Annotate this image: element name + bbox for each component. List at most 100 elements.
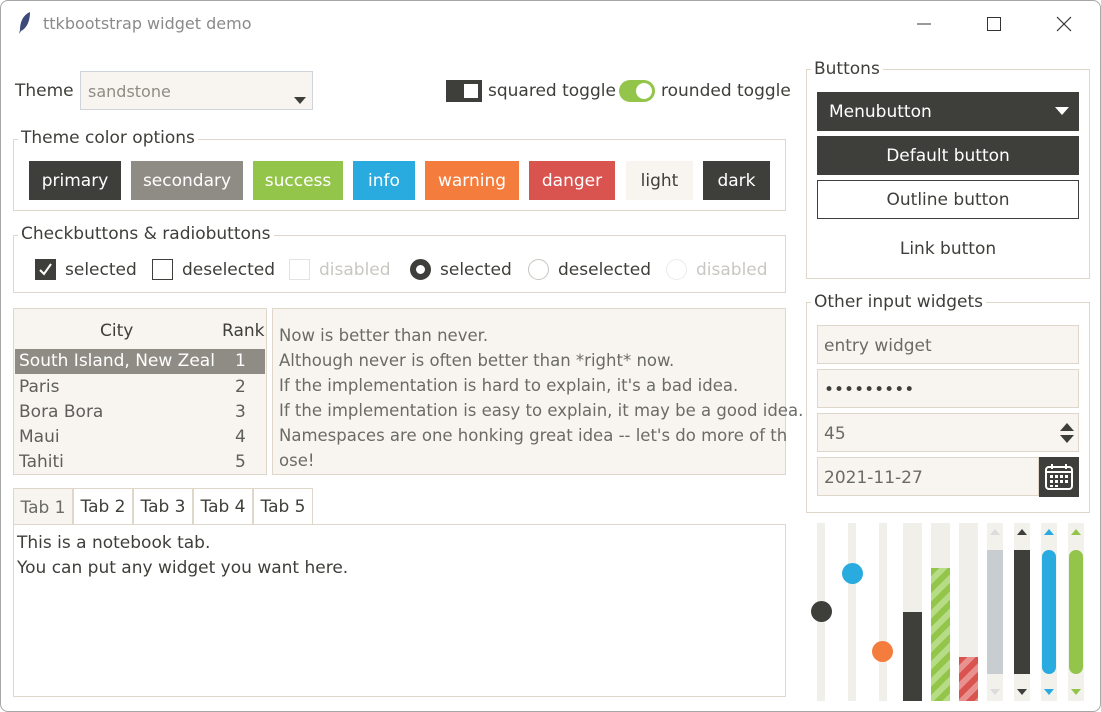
arrow-up-icon[interactable] xyxy=(990,529,1000,535)
spin-arrows-icon[interactable] xyxy=(1059,421,1075,445)
progressbar-success xyxy=(931,523,950,701)
dark-button-label: dark xyxy=(717,170,756,191)
radio-selected[interactable] xyxy=(410,259,431,280)
danger-button[interactable]: danger xyxy=(529,161,615,200)
cell-rank: 4 xyxy=(235,427,246,447)
spinbox-value: 45 xyxy=(824,424,846,444)
vertical-scale-info[interactable] xyxy=(848,523,856,701)
minimize-button[interactable] xyxy=(901,9,947,39)
scrollbar-thumb[interactable] xyxy=(1069,550,1083,674)
cell-rank: 3 xyxy=(235,402,246,422)
feather-icon xyxy=(19,12,30,34)
cell-city: Paris xyxy=(19,377,60,397)
scale-handle[interactable] xyxy=(842,563,863,584)
warning-button[interactable]: warning xyxy=(425,161,519,200)
success-button[interactable]: success xyxy=(253,161,343,200)
link-button[interactable]: Link button xyxy=(817,229,1079,268)
text-line: Namespaces are one honking great idea --… xyxy=(279,426,788,445)
link-button-label: Link button xyxy=(899,238,997,259)
radio-disabled-label: disabled xyxy=(696,260,768,280)
text-line: If the implementation is hard to explain… xyxy=(279,376,739,395)
checkbox-deselected-label: deselected xyxy=(182,260,276,280)
checkmark-icon xyxy=(39,263,52,276)
radio-deselected[interactable] xyxy=(528,259,549,280)
table-row[interactable]: Maui 4 xyxy=(15,425,265,450)
calendar-button[interactable] xyxy=(1039,457,1079,497)
inputs-title: Other input widgets xyxy=(811,292,986,312)
maximize-icon xyxy=(987,17,1001,31)
table-row[interactable]: Paris 2 xyxy=(15,375,265,400)
password-field[interactable]: ••••••••• xyxy=(817,369,1079,408)
column-header-city[interactable]: City xyxy=(100,321,133,341)
text-area[interactable]: Now is better than never. Although never… xyxy=(272,308,804,475)
arrow-down-icon[interactable] xyxy=(1044,689,1054,695)
chevron-down-icon xyxy=(294,97,306,104)
tab-5[interactable]: Tab 5 xyxy=(253,488,313,525)
minimize-icon xyxy=(917,23,931,25)
progressbar-danger xyxy=(959,523,978,701)
info-button[interactable]: info xyxy=(353,161,415,200)
tab-1[interactable]: Tab 1 xyxy=(13,488,73,526)
tab-2[interactable]: Tab 2 xyxy=(73,488,133,525)
secondary-button-label: secondary xyxy=(142,170,232,191)
menubutton[interactable]: Menubutton xyxy=(817,92,1079,131)
maximize-button[interactable] xyxy=(971,9,1017,39)
table-row[interactable]: Bora Bora 3 xyxy=(15,400,265,425)
progressbar-dark xyxy=(903,523,922,701)
table-row[interactable]: South Island, New Zealand 1 xyxy=(15,349,265,374)
column-header-rank[interactable]: Rank xyxy=(222,321,264,341)
text-line: If the implementation is easy to explain… xyxy=(279,401,804,420)
theme-combobox[interactable]: sandstone xyxy=(80,71,313,110)
scrollbar-thumb[interactable] xyxy=(1014,550,1030,674)
table-row[interactable]: Tahiti 5 xyxy=(15,450,265,474)
chevron-down-icon xyxy=(1055,107,1069,115)
scrollbar-info[interactable] xyxy=(1041,523,1057,701)
arrow-down-icon[interactable] xyxy=(990,689,1000,695)
warning-button-label: warning xyxy=(437,170,507,191)
rounded-toggle[interactable] xyxy=(619,80,655,102)
tab-4[interactable]: Tab 4 xyxy=(193,488,253,525)
secondary-button[interactable]: secondary xyxy=(131,161,243,200)
toggle-knob xyxy=(464,84,478,98)
radio-selected-label: selected xyxy=(440,260,512,280)
arrow-down-icon[interactable] xyxy=(1017,689,1027,695)
arrow-up-icon[interactable] xyxy=(1071,529,1081,535)
outline-button[interactable]: Outline button xyxy=(817,180,1079,219)
dark-button[interactable]: dark xyxy=(703,161,770,200)
entry-field[interactable]: entry widget xyxy=(817,325,1079,364)
primary-button[interactable]: primary xyxy=(29,161,121,200)
close-icon xyxy=(1056,16,1072,32)
default-button-label: Default button xyxy=(886,145,1010,166)
checkbox-deselected[interactable] xyxy=(152,259,173,280)
info-button-label: info xyxy=(368,170,400,191)
progress-fill xyxy=(959,657,978,701)
primary-button-label: primary xyxy=(41,170,109,191)
scale-handle[interactable] xyxy=(811,601,832,622)
spinbox[interactable]: 45 xyxy=(817,413,1079,452)
city-treeview[interactable]: City Rank South Island, New Zealand 1 Par… xyxy=(13,308,267,475)
scrollbar-light[interactable] xyxy=(987,523,1003,701)
cell-city: Bora Bora xyxy=(19,402,104,422)
buttons-title: Buttons xyxy=(811,59,883,79)
light-button[interactable]: light xyxy=(626,161,693,200)
scrollbar-success[interactable] xyxy=(1068,523,1084,701)
calendar-icon xyxy=(1045,464,1073,490)
checkbox-selected[interactable] xyxy=(35,259,56,280)
arrow-down-icon[interactable] xyxy=(1071,689,1081,695)
scale-handle[interactable] xyxy=(872,641,893,662)
danger-button-label: danger xyxy=(541,170,603,191)
scrollbar-thumb[interactable] xyxy=(1042,550,1056,674)
tab-3[interactable]: Tab 3 xyxy=(133,488,193,525)
vertical-scale-warning[interactable] xyxy=(879,523,887,701)
squared-toggle[interactable] xyxy=(446,80,482,102)
scrollbar-thumb[interactable] xyxy=(987,550,1003,674)
password-value: ••••••••• xyxy=(824,380,915,400)
close-button[interactable] xyxy=(1041,9,1087,39)
light-button-label: light xyxy=(640,170,679,191)
default-button[interactable]: Default button xyxy=(817,136,1079,175)
scrollbar-dark[interactable] xyxy=(1014,523,1030,701)
date-entry[interactable]: 2021-11-27 xyxy=(817,457,1039,496)
entry-value: entry widget xyxy=(824,336,932,356)
arrow-up-icon[interactable] xyxy=(1017,529,1027,535)
arrow-up-icon[interactable] xyxy=(1044,529,1054,535)
